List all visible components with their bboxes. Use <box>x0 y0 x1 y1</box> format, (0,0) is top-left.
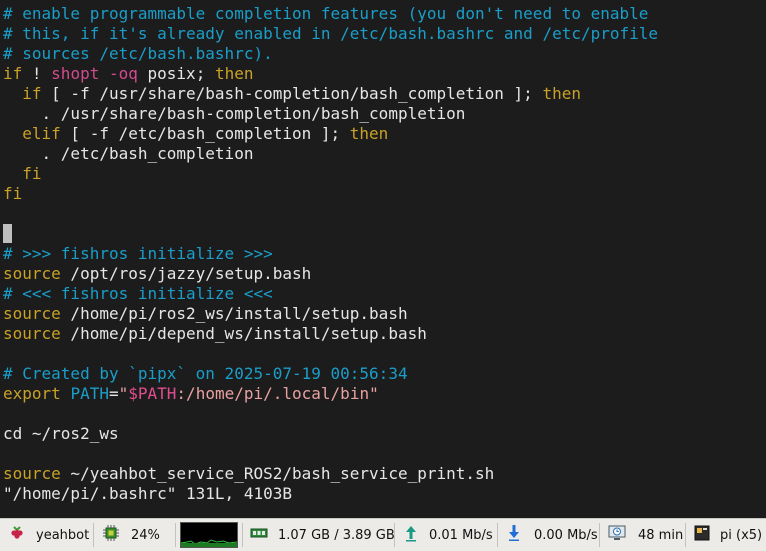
code-line: export PATH="$PATH:/home/pi/.local/bin" <box>3 384 379 404</box>
comment-text: # enable programmable completion feature… <box>3 4 649 23</box>
flag-text: -oq <box>108 64 138 83</box>
code-line: source /home/pi/ros2_ws/install/setup.ba… <box>3 304 408 324</box>
divider <box>242 523 243 547</box>
divider <box>599 523 600 547</box>
terminal-window-icon <box>694 525 710 545</box>
keyword: then <box>349 124 389 143</box>
cpu-usage-graph <box>180 522 238 548</box>
code-line: cd ~/ros2_ws <box>3 424 119 444</box>
upload-speed: 0.01 Mb/s <box>429 527 493 543</box>
code-line: # <<< fishros initialize <<< <box>3 284 273 304</box>
upload-arrow-icon <box>403 524 419 546</box>
code-line: # sources /etc/bash.bashrc). <box>3 44 273 64</box>
code-line: # >>> fishros initialize >>> <box>3 244 273 264</box>
code-text: ~/yeahbot_service_ROS2/bash_service_prin… <box>60 464 495 483</box>
keyword: source <box>3 304 61 323</box>
uptime-label: 48 min <box>638 527 684 543</box>
keyword: source <box>3 324 61 343</box>
download-arrow-icon <box>506 524 522 546</box>
code-line: fi <box>3 184 22 204</box>
upload-monitor[interactable]: 0.01 Mb/s <box>403 519 493 551</box>
string-text: :/home/pi/.local/bin" <box>176 384 379 403</box>
code-text: posix; <box>137 64 215 83</box>
code-line: if [ -f /usr/share/bash-completion/bash_… <box>3 84 581 104</box>
code-line: source /opt/ros/jazzy/setup.bash <box>3 264 311 284</box>
code-line: if ! shopt -oq posix; then <box>3 64 253 84</box>
divider <box>175 523 176 547</box>
monitor-clock-icon <box>608 524 626 546</box>
uptime-monitor[interactable]: 48 min <box>608 519 683 551</box>
code-text: /home/pi/depend_ws/install/setup.bash <box>60 324 427 343</box>
divider <box>497 523 498 547</box>
memory-icon <box>250 526 268 544</box>
code-line: source /home/pi/depend_ws/install/setup.… <box>3 324 427 344</box>
hostname-label: yeahbot <box>36 527 90 543</box>
keyword: then <box>542 84 581 103</box>
code-line: # enable programmable completion feature… <box>3 4 648 24</box>
code-text: . /usr/share/bash-completion/bash_comple… <box>3 104 466 123</box>
code-text: ! <box>22 64 52 83</box>
code-line: source ~/yeahbot_service_ROS2/bash_servi… <box>3 464 494 484</box>
keyword: then <box>214 64 254 83</box>
divider <box>93 523 94 547</box>
variable-name: PATH <box>70 384 109 403</box>
keyword: fi <box>3 164 42 183</box>
keyword: if <box>3 64 23 83</box>
keyword: elif <box>22 124 61 143</box>
cpu-monitor[interactable]: 24% <box>102 519 160 551</box>
terminal-window[interactable]: # enable programmable completion feature… <box>0 0 766 518</box>
string-text: " <box>118 384 129 403</box>
code-line: # this, if it's already enabled in /etc/… <box>3 24 658 44</box>
code-line: elif [ -f /etc/bash_completion ]; then <box>3 124 388 144</box>
code-text: cd ~/ros2_ws <box>3 424 119 443</box>
taskbar: yeahbot 24% 1.07 GB / 3.89 GB 0.01 Mb/s … <box>0 518 766 551</box>
cpu-percent: 24% <box>131 527 160 543</box>
window-count-label: pi (x5) <box>720 527 763 543</box>
status-text: "/home/pi/.bashrc" 131L, 4103B <box>3 484 292 503</box>
code-line: . /usr/share/bash-completion/bash_comple… <box>3 104 466 124</box>
comment-text: # >>> fishros initialize >>> <box>3 244 273 263</box>
code-text: . /etc/bash_completion <box>3 144 254 163</box>
comment-text: # sources /etc/bash.bashrc). <box>3 44 273 63</box>
divider <box>685 523 686 547</box>
text-cursor <box>3 224 12 243</box>
cpu-chip-icon <box>102 524 120 546</box>
code-line: # Created by `pipx` on 2025-07-19 00:56:… <box>3 364 408 384</box>
raspberry-icon <box>8 524 26 546</box>
divider <box>394 523 395 547</box>
code-text: = <box>108 384 119 403</box>
window-list-button[interactable]: pi (x5) <box>694 519 762 551</box>
code-line: . /etc/bash_completion <box>3 144 254 164</box>
comment-text: # Created by `pipx` on 2025-07-19 00:56:… <box>3 364 408 383</box>
code-line: fi <box>3 164 42 184</box>
code-text: [ -f /usr/share/bash-completion/bash_com… <box>41 84 543 103</box>
code-text: [ -f /etc/bash_completion ]; <box>60 124 350 143</box>
code-text: /home/pi/ros2_ws/install/setup.bash <box>60 304 408 323</box>
keyword: fi <box>3 184 23 203</box>
vim-status-line: "/home/pi/.bashrc" 131L, 4103B <box>3 484 292 504</box>
memory-usage: 1.07 GB / 3.89 GB <box>278 527 395 543</box>
keyword: source <box>3 264 61 283</box>
download-speed: 0.00 Mb/s <box>534 527 598 543</box>
menu-button[interactable]: yeahbot <box>8 519 89 551</box>
keyword: export <box>3 384 61 403</box>
download-monitor[interactable]: 0.00 Mb/s <box>506 519 598 551</box>
comment-text: # <<< fishros initialize <<< <box>3 284 273 303</box>
code-text: /opt/ros/jazzy/setup.bash <box>60 264 312 283</box>
comment-text: # this, if it's already enabled in /etc/… <box>3 24 659 43</box>
memory-monitor[interactable]: 1.07 GB / 3.89 GB <box>250 519 395 551</box>
keyword: source <box>3 464 61 483</box>
builtin-command: shopt <box>51 64 100 83</box>
variable-text: $PATH <box>128 384 177 403</box>
keyword: if <box>22 84 42 103</box>
